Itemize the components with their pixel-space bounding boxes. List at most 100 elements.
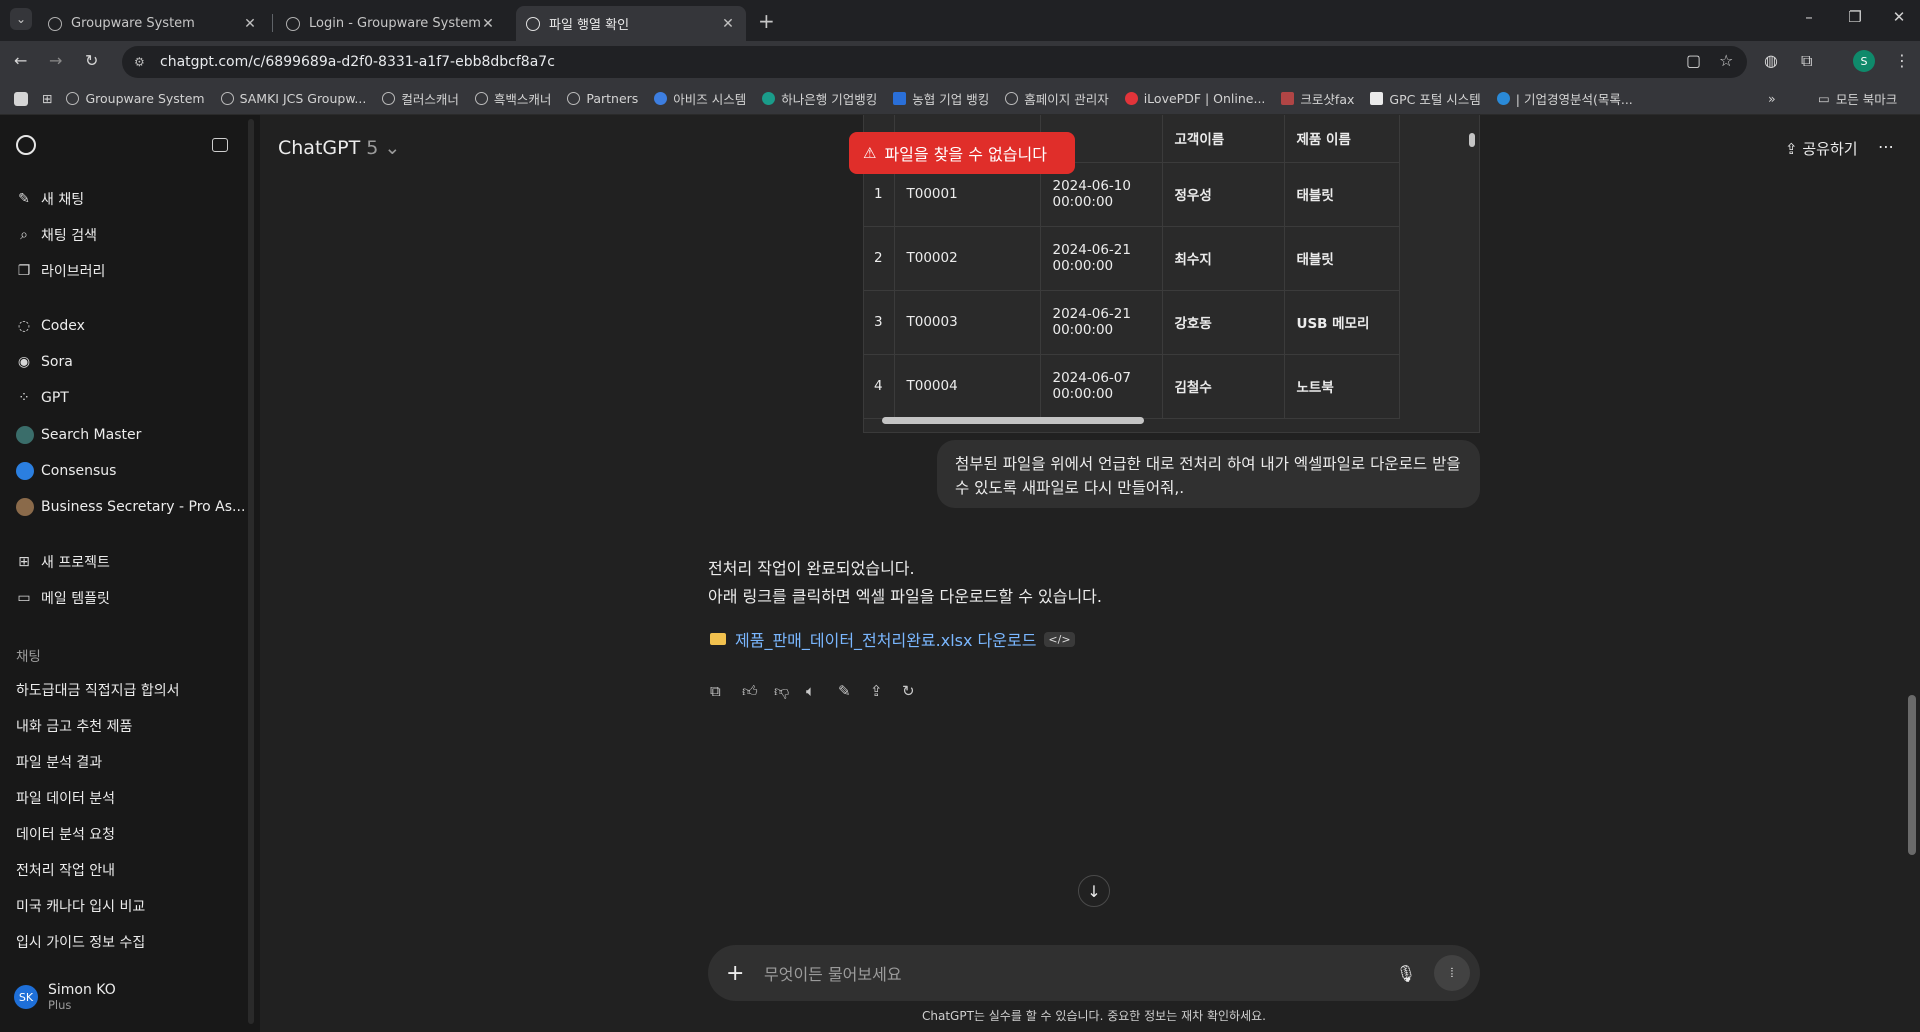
table-row: 2 T00002 2024-06-21 00:00:00 최수지 태블릿 (864, 226, 1400, 291)
bookmark-item[interactable]: GPC 포털 시스템 (1370, 89, 1481, 108)
copy-icon[interactable]: ⧉ (710, 682, 742, 701)
microphone-icon[interactable]: 🎙︎ (1396, 964, 1416, 983)
profile-avatar[interactable]: S (1853, 50, 1875, 72)
globe-icon (382, 92, 396, 105)
sidebar-item-new-project[interactable]: ⊞ 새 프로젝트 (16, 552, 110, 572)
chat-history-item[interactable]: 입시 가이드 정보 수집 (16, 932, 145, 952)
business-secretary-icon (16, 498, 34, 516)
apps-grid-icon[interactable]: ⊞ (42, 91, 52, 106)
main-scrollbar[interactable] (1908, 695, 1916, 855)
warning-icon: ⚠ (863, 144, 877, 162)
share-button[interactable]: ⇪ 공유하기 (1785, 138, 1858, 159)
reload-icon[interactable]: ↻ (85, 51, 98, 70)
sidebar-toggle-icon[interactable] (212, 138, 228, 152)
regenerate-icon[interactable]: ↻ (902, 682, 934, 701)
bookmark-item[interactable]: Groupware System (66, 91, 205, 106)
sidebar-item-codex[interactable]: ◌ Codex (16, 318, 85, 334)
bookmark-item[interactable]: 크로샷fax (1281, 89, 1354, 108)
download-link[interactable]: 제품_판매_데이터_전처리완료.xlsx 다운로드 </> (710, 627, 1075, 651)
openai-logo-icon[interactable] (16, 135, 36, 155)
thumbs-down-icon[interactable]: 👎︎ (774, 682, 806, 701)
globe-icon (474, 92, 488, 105)
thumbs-up-icon[interactable]: 👍︎ (742, 682, 774, 701)
close-icon[interactable]: ✕ (480, 16, 496, 32)
address-bar[interactable]: ⚙ chatgpt.com/c/6899689a-d2f0-8331-a1f7-… (122, 46, 1747, 78)
bookmark-item[interactable]: 홈페이지 관리자 (1005, 89, 1109, 108)
composer[interactable]: + 무엇이든 물어보세요 🎙︎ ⦙ (708, 945, 1480, 1001)
voice-mode-icon[interactable]: ⦙ (1434, 955, 1470, 991)
chat-history-item[interactable]: 내화 금고 추천 제품 (16, 716, 132, 736)
window-close-icon[interactable]: ✕ (1876, 8, 1920, 26)
row-number: 4 (864, 354, 895, 419)
url-text[interactable]: chatgpt.com/c/6899689a-d2f0-8331-a1f7-eb… (160, 54, 555, 70)
bookmark-item[interactable]: 흑백스캐너 (474, 89, 551, 108)
bookmark-item[interactable]: Partners (567, 91, 638, 106)
sidebar-item-gpt[interactable]: ⁘ GPT (16, 390, 69, 406)
folder-icon: ▭ (17, 590, 31, 606)
plus-icon[interactable]: + (726, 961, 750, 986)
read-aloud-icon[interactable]: 🔈︎ (806, 682, 838, 701)
tab-active-chat[interactable]: 파일 행열 확인 ✕ (516, 6, 746, 41)
bookmark-item[interactable]: iLovePDF | Online... (1124, 91, 1265, 106)
bookmark-item[interactable]: | 기업경영분석(목록... (1496, 89, 1633, 108)
sidebar-item-search-master[interactable]: Search Master (16, 426, 141, 444)
sidebar-item-consensus[interactable]: Consensus (16, 462, 116, 480)
sidebar-item-library[interactable]: ❐ 라이브러리 (16, 261, 106, 281)
analysis-icon (1496, 92, 1510, 105)
close-icon[interactable]: ✕ (242, 16, 258, 32)
bookmark-item[interactable]: 컬러스캐너 (382, 89, 459, 108)
share-icon[interactable]: ⇪ (870, 682, 902, 701)
chat-history-item[interactable]: 데이터 분석 요청 (16, 824, 115, 844)
folder-plus-icon: ⊞ (18, 554, 30, 570)
bookmark-item[interactable]: 아비즈 시스템 (654, 89, 746, 108)
all-bookmarks[interactable]: ▭ 모든 북마크 (1818, 89, 1897, 108)
model-selector[interactable]: ChatGPT 5 ⌄ (278, 137, 400, 159)
assistant-text: 아래 링크를 클릭하면 엑셀 파일을 다운로드할 수 있습니다. (708, 587, 1102, 606)
menu-icon[interactable]: ⋮ (1894, 51, 1910, 70)
sidebar-item-sora[interactable]: ◉ Sora (16, 354, 73, 370)
user-account[interactable]: SK Simon KO Plus (14, 982, 116, 1012)
bookmark-star-icon[interactable]: ☆ (1719, 51, 1733, 70)
user-plan: Plus (48, 998, 72, 1012)
close-icon[interactable]: ✕ (720, 16, 736, 32)
extensions-icon[interactable]: ⧉ (1801, 51, 1812, 71)
site-info-icon[interactable]: ⚙ (134, 55, 150, 69)
message-input[interactable]: 무엇이든 물어보세요 (764, 961, 1396, 985)
sidebar-item-search-chats[interactable]: ⌕ 채팅 검색 (16, 225, 97, 245)
tab-search-button[interactable]: ⌄ (10, 8, 32, 30)
table-horizontal-scrollbar[interactable] (882, 417, 1144, 424)
sidebar-item-mail-template[interactable]: ▭ 메일 템플릿 (16, 588, 109, 608)
restore-icon[interactable]: ❐ (1832, 8, 1878, 26)
chat-history-item[interactable]: 미국 캐나다 입시 비교 (16, 896, 145, 916)
bookmark-item[interactable]: SAMKI JCS Groupw... (220, 91, 366, 106)
download-link-text[interactable]: 제품_판매_데이터_전처리완료.xlsx 다운로드 (735, 627, 1036, 651)
new-tab-button[interactable]: + (758, 9, 775, 33)
sidebar-item-new-chat[interactable]: ✎ 새 채팅 (16, 189, 84, 209)
table-vertical-scrollbar[interactable] (1469, 133, 1475, 147)
hana-bank-icon (762, 92, 776, 105)
bookmark-item[interactable]: 농협 기업 뱅킹 (893, 89, 989, 108)
edit-icon[interactable]: ✎ (838, 682, 870, 701)
more-options-icon[interactable]: ⋯ (1878, 137, 1894, 156)
code-icon[interactable]: </> (1044, 631, 1075, 647)
chat-history-item[interactable]: 전처리 작업 안내 (16, 860, 115, 880)
chat-history-item[interactable]: 파일 분석 결과 (16, 752, 102, 772)
gpt-grid-icon: ⁘ (18, 390, 30, 406)
forward-icon[interactable]: → (49, 51, 62, 70)
globe-icon (220, 92, 234, 105)
page-icon[interactable]: ▢ (1686, 51, 1701, 70)
customer-name: 김철수 (1162, 354, 1285, 419)
sidebar-item-business-secretary[interactable]: Business Secretary - Pro As... (16, 498, 245, 516)
translate-icon[interactable]: ◍ (1764, 51, 1778, 70)
tab-groupware[interactable]: Groupware System ✕ (38, 6, 268, 41)
bookmarks-overflow-icon[interactable]: » (1768, 91, 1776, 106)
chat-history-item[interactable]: 파일 데이터 분석 (16, 788, 115, 808)
tab-login[interactable]: Login - Groupware System ✕ (276, 6, 506, 41)
minimize-icon[interactable]: – (1786, 8, 1832, 26)
bookmark-app-icon[interactable] (14, 91, 28, 106)
back-icon[interactable]: ← (14, 51, 27, 70)
chat-history-item[interactable]: 하도급대금 직접지급 합의서 (16, 680, 179, 700)
bookmark-item[interactable]: 하나은행 기업뱅킹 (762, 89, 877, 108)
sidebar-scrollbar[interactable] (248, 119, 254, 1024)
scroll-down-button[interactable]: ↓ (1078, 875, 1110, 907)
